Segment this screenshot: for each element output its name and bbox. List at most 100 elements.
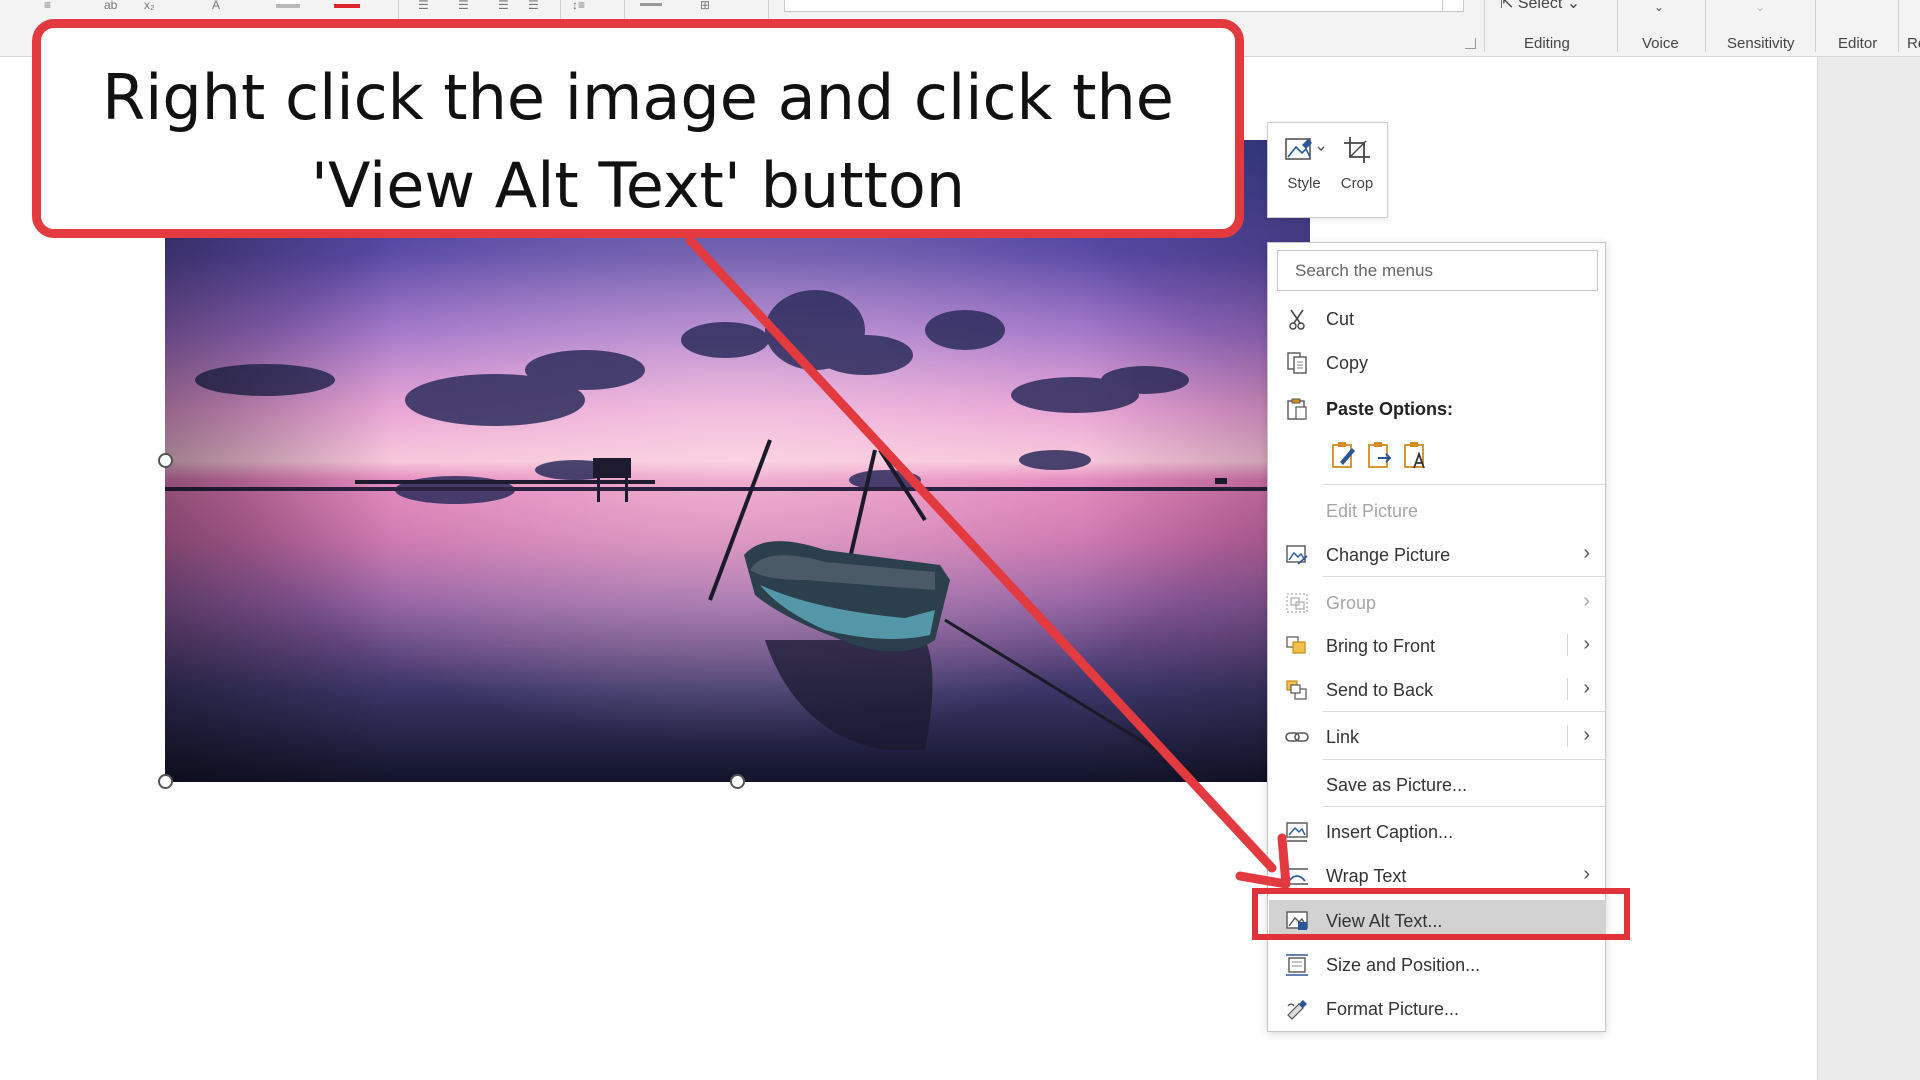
group-icon <box>1286 593 1308 613</box>
group-label-sensitivity: Sensitivity <box>1727 35 1795 52</box>
menu-split-divider <box>1567 725 1568 747</box>
menu-split-divider <box>1567 678 1568 700</box>
crop-button[interactable]: Crop <box>1330 131 1384 211</box>
picture-mini-toolbar: Style Crop <box>1267 122 1388 218</box>
ribbon-divider <box>1484 0 1485 52</box>
menu-item-send-to-back[interactable]: Send to Back › <box>1269 669 1606 709</box>
menu-label: Cut <box>1326 309 1355 329</box>
menu-label: Copy <box>1326 353 1369 373</box>
menu-label: Change Picture <box>1326 545 1451 565</box>
bullets-icon[interactable]: ☰ <box>418 0 429 11</box>
menu-item-save-as-picture[interactable]: Save as Picture... <box>1269 764 1606 804</box>
clipboard-icon <box>1287 398 1307 420</box>
numbering-icon[interactable]: ☰ <box>458 0 469 11</box>
subscript-icon[interactable]: x₂ <box>144 0 155 11</box>
crop-label: Crop <box>1340 175 1374 192</box>
bring-to-front-icon <box>1286 636 1306 654</box>
size-position-icon <box>1286 954 1308 976</box>
styles-gallery-scroll[interactable] <box>1442 0 1464 12</box>
group-label-voice: Voice <box>1642 35 1679 52</box>
highlight-color-icon[interactable] <box>276 0 300 10</box>
style-button[interactable]: Style <box>1277 131 1331 211</box>
menu-item-cut[interactable]: Cut <box>1269 298 1606 338</box>
side-pane <box>1817 57 1920 1080</box>
menu-label: Wrap Text <box>1326 866 1407 886</box>
menu-label: Insert Caption... <box>1326 822 1454 842</box>
menu-item-group: Group › <box>1269 582 1606 622</box>
menu-separator <box>1323 806 1605 807</box>
wrap-text-icon <box>1286 868 1308 885</box>
format-picture-icon <box>1287 1000 1307 1020</box>
instruction-callout: Right click the image and click the 'Vie… <box>32 19 1244 238</box>
group-label-editing: Editing <box>1524 35 1570 52</box>
menu-label: Edit Picture <box>1326 501 1419 521</box>
crop-icon <box>1344 137 1370 163</box>
paste-text-only-icon[interactable] <box>1400 440 1430 470</box>
group-label-editor: Editor <box>1838 35 1878 52</box>
menu-item-bring-to-front[interactable]: Bring to Front › <box>1269 625 1606 665</box>
menu-label: Group <box>1326 593 1377 613</box>
chevron-right-icon: › <box>1583 542 1590 564</box>
send-to-back-icon <box>1286 680 1307 700</box>
chevron-right-icon: › <box>1583 863 1590 885</box>
select-button[interactable]: ⇱ Select ⌄ <box>1500 0 1580 13</box>
menu-label: Format Picture... <box>1326 999 1460 1019</box>
style-label: Style <box>1287 175 1321 192</box>
line-spacing-icon[interactable]: ↕≡ <box>572 0 585 11</box>
link-icon <box>1285 732 1309 742</box>
dictate-dropdown-icon[interactable]: ⌄ <box>1654 0 1664 14</box>
resize-handle-left[interactable] <box>158 453 173 468</box>
menu-item-insert-caption[interactable]: Insert Caption... <box>1269 811 1606 851</box>
sensitivity-dropdown-icon[interactable]: ⌄ <box>1755 0 1765 14</box>
menu-separator <box>1323 759 1605 760</box>
borders-icon[interactable]: ⊞ <box>700 0 710 11</box>
decrease-indent-icon[interactable]: ☰ <box>498 0 509 11</box>
align-icon[interactable]: ≡ <box>44 0 51 11</box>
menu-item-format-picture[interactable]: Format Picture... <box>1269 988 1606 1028</box>
chevron-right-icon[interactable]: › <box>1583 633 1590 656</box>
menu-label: Bring to Front <box>1326 636 1436 656</box>
scissors-icon <box>1289 309 1305 330</box>
menu-label: Send to Back <box>1326 680 1434 700</box>
picture-style-icon <box>1285 138 1325 160</box>
chevron-right-icon[interactable]: › <box>1583 724 1590 747</box>
menu-item-change-picture[interactable]: Change Picture › <box>1269 534 1606 574</box>
increase-indent-icon[interactable]: ☰ <box>528 0 539 11</box>
menu-label: Save as Picture... <box>1326 775 1468 795</box>
caption-icon <box>1286 822 1308 842</box>
menu-item-copy[interactable]: Copy <box>1269 342 1606 382</box>
resize-handle-bottom-left[interactable] <box>158 774 173 789</box>
text-effects-icon[interactable]: A <box>212 0 220 11</box>
paste-keep-formatting-icon[interactable] <box>1328 440 1358 470</box>
resize-handle-bottom[interactable] <box>730 774 745 789</box>
styles-dialog-launcher-icon[interactable] <box>1465 38 1476 49</box>
menu-label: Link <box>1326 727 1360 747</box>
cursor-arrow-icon: ⇱ <box>1500 0 1518 12</box>
menu-separator <box>1323 576 1605 577</box>
ribbon-divider <box>1815 0 1816 52</box>
ribbon-divider <box>1898 0 1899 52</box>
shading-icon[interactable] <box>640 0 662 10</box>
group-label-reuse: Re <box>1907 35 1920 52</box>
menu-item-link[interactable]: Link › <box>1269 716 1606 756</box>
ribbon-divider <box>1617 0 1618 52</box>
font-color-icon[interactable] <box>334 0 360 10</box>
menu-separator <box>1323 484 1605 485</box>
chevron-right-icon[interactable]: › <box>1583 677 1590 700</box>
paste-merge-formatting-icon[interactable] <box>1364 440 1394 470</box>
copy-icon <box>1287 352 1307 374</box>
paste-options-header: Paste Options: <box>1269 388 1606 428</box>
ribbon-divider <box>1705 0 1706 52</box>
menu-item-edit-picture: Edit Picture <box>1269 490 1606 530</box>
chevron-right-icon: › <box>1583 590 1590 612</box>
menu-label: Paste Options: <box>1326 399 1454 419</box>
menu-item-size-and-position[interactable]: Size and Position... <box>1269 944 1606 984</box>
change-picture-icon <box>1286 545 1308 565</box>
strikethrough-icon[interactable]: ab <box>104 0 117 11</box>
menu-split-divider <box>1567 634 1568 656</box>
word-document-window: ≡ ab x₂ A ☰ ☰ ☰ ☰ ↕≡ ⊞ ⇱ Select ⌄ Editin… <box>0 0 1920 1080</box>
chevron-down-icon: ⌄ <box>1562 0 1581 12</box>
styles-gallery[interactable] <box>784 0 1464 12</box>
menu-search-input[interactable] <box>1277 250 1598 291</box>
menu-separator <box>1323 711 1605 712</box>
